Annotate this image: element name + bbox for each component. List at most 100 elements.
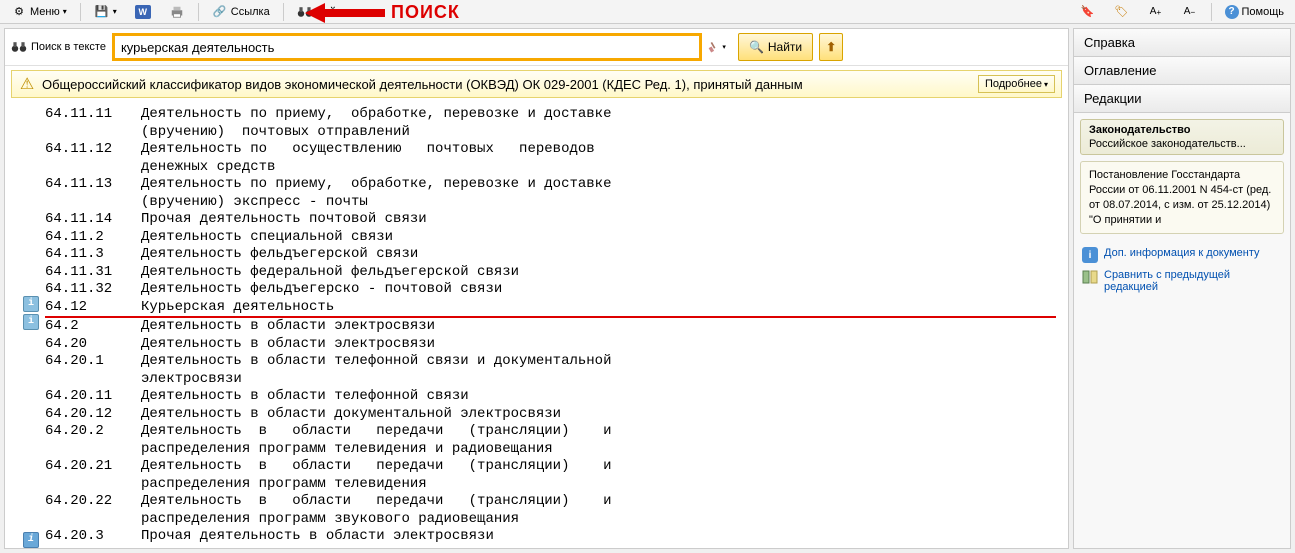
tab-contents[interactable]: Оглавление xyxy=(1074,57,1290,85)
section-info-marker[interactable]: i xyxy=(23,532,39,548)
code-cell: 64.20.21 xyxy=(45,458,141,476)
side-info-marker[interactable]: i xyxy=(23,296,39,312)
chevron-down-icon: ▾ xyxy=(113,7,117,16)
link-compare-revision[interactable]: Сравнить с предыдущей редакцией xyxy=(1080,266,1284,296)
content-row: 64.20.11Деятельность в области телефонно… xyxy=(45,388,1056,406)
right-panel: Справка Оглавление Редакции Законодатель… xyxy=(1073,28,1291,549)
menu-label: Меню xyxy=(30,6,60,18)
find-button[interactable]: Найти xyxy=(290,1,354,23)
print-button[interactable] xyxy=(162,1,192,23)
document-reference-box: Постановление Госстандарта России от 06.… xyxy=(1080,161,1284,234)
description-cell: Деятельность в области электросвязи xyxy=(141,336,1056,354)
code-cell xyxy=(45,124,141,142)
content-row: 64.11.3Деятельность фельдъегерской связи xyxy=(45,246,1056,264)
description-cell: Деятельность федеральной фельдъегерской … xyxy=(141,264,1056,282)
clear-search-button[interactable]: ▾ xyxy=(708,38,726,56)
description-cell: распределения программ телевидения и рад… xyxy=(141,441,1056,459)
code-cell: 64.2 xyxy=(45,318,141,336)
disk-icon: 💾 xyxy=(94,4,110,20)
description-cell: Деятельность по приему, обработке, перев… xyxy=(141,176,1056,194)
content-row: денежных средств xyxy=(45,159,1056,177)
content-row: 64.11.2Деятельность специальной связи xyxy=(45,229,1056,247)
code-cell: 64.11.3 xyxy=(45,246,141,264)
more-label: Подробнее xyxy=(985,78,1042,90)
code-cell: 64.11.13 xyxy=(45,176,141,194)
code-cell: 64.20.11 xyxy=(45,388,141,406)
chevron-down-icon: ▾ xyxy=(1044,80,1048,89)
font-decrease-button[interactable]: A− xyxy=(1175,1,1205,23)
tag-button[interactable]: 🏷 xyxy=(1107,1,1137,23)
chevron-down-icon: ▾ xyxy=(722,43,726,51)
content-row: 64.11.31Деятельность федеральной фельдъе… xyxy=(45,264,1056,282)
link-icon: 🔗 xyxy=(212,4,228,20)
tab-reference[interactable]: Справка xyxy=(1074,29,1290,57)
link-label: Ссылка xyxy=(231,6,270,18)
notice-bar: ⚠ Общероссийский классификатор видов эко… xyxy=(11,70,1062,98)
description-cell: Деятельность по приему, обработке, перев… xyxy=(141,106,1056,124)
font-plus-icon: A+ xyxy=(1148,4,1164,20)
notice-more-button[interactable]: Подробнее ▾ xyxy=(978,75,1055,93)
separator xyxy=(198,3,199,21)
link-text: Сравнить с предыдущей редакцией xyxy=(1104,269,1282,293)
content-row: 64.2Деятельность в области электросвязи xyxy=(45,318,1056,336)
content-row: 64.11.13Деятельность по приему, обработк… xyxy=(45,176,1056,194)
search-input-wrap: ▾ xyxy=(112,33,732,61)
code-cell: 64.11.14 xyxy=(45,211,141,229)
description-cell: Деятельность в области передачи (трансля… xyxy=(141,423,1056,441)
code-cell: 64.20 xyxy=(45,336,141,354)
content-row: 64.11.14Прочая деятельность почтовой свя… xyxy=(45,211,1056,229)
code-cell: 64.20.3 xyxy=(45,528,141,546)
tab-revisions[interactable]: Редакции xyxy=(1074,85,1290,113)
font-increase-button[interactable]: A+ xyxy=(1141,1,1171,23)
description-cell: Курьерская деятельность xyxy=(141,299,1056,319)
code-cell: 64.11.11 xyxy=(45,106,141,124)
content-row: распределения программ телевидения xyxy=(45,476,1056,494)
code-cell xyxy=(45,441,141,459)
right-links: i Доп. информация к документу Сравнить с… xyxy=(1080,244,1284,296)
description-cell: распределения программ телевидения xyxy=(141,476,1056,494)
legislation-subtitle: Российское законодательств... xyxy=(1089,138,1275,150)
content-row: 64.11.11Деятельность по приему, обработк… xyxy=(45,106,1056,124)
description-cell: Деятельность в области телефонной связи … xyxy=(141,353,1056,371)
code-cell: 64.20.1 xyxy=(45,353,141,371)
save-button[interactable]: 💾 ▾ xyxy=(87,1,124,23)
search-input[interactable] xyxy=(112,33,702,61)
code-cell: 64.20.12 xyxy=(45,406,141,424)
document-content[interactable]: i i 64.11.11Деятельность по приему, обра… xyxy=(5,102,1068,548)
help-button[interactable]: ? Помощь xyxy=(1218,2,1292,22)
content-row: 64.12Курьерская деятельность xyxy=(45,299,1056,319)
code-cell xyxy=(45,194,141,212)
side-info-marker[interactable]: i xyxy=(23,314,39,330)
content-row: 64.20.12Деятельность в области документа… xyxy=(45,406,1056,424)
menu-button[interactable]: ⚙ Меню ▾ xyxy=(4,1,74,23)
magnifier-icon: 🔍 xyxy=(749,40,764,54)
chevron-down-icon: ▾ xyxy=(63,7,67,16)
description-cell: Деятельность в области электросвязи xyxy=(141,318,1056,336)
warning-icon: ⚠ xyxy=(18,75,36,93)
word-export-button[interactable]: W xyxy=(128,2,158,22)
description-cell: Деятельность по осуществлению почтовых п… xyxy=(141,141,1056,159)
binoculars-icon xyxy=(297,4,313,20)
bookmark-button[interactable]: 🔖 xyxy=(1073,1,1103,23)
tag-icon: 🏷 xyxy=(1114,4,1130,20)
content-row: 64.20.1Деятельность в области телефонной… xyxy=(45,353,1056,371)
search-find-button[interactable]: 🔍 Найти xyxy=(738,33,813,61)
link-additional-info[interactable]: i Доп. информация к документу xyxy=(1080,244,1284,266)
content-row: 64.11.12Деятельность по осуществлению по… xyxy=(45,141,1056,159)
code-cell: 64.11.2 xyxy=(45,229,141,247)
description-cell: распределения программ звукового радиове… xyxy=(141,511,1056,529)
info-icon: i xyxy=(1082,247,1098,263)
content-row: 64.20.21Деятельность в области передачи … xyxy=(45,458,1056,476)
top-toolbar: ⚙ Меню ▾ 💾 ▾ W 🔗 Ссылка Найти 🔖 🏷 A+ xyxy=(0,0,1295,24)
document-pane: Поиск в тексте ▾ 🔍 Найти ⬆ ⚠ Общероссийс… xyxy=(4,28,1069,549)
content-row: (вручению) почтовых отправлений xyxy=(45,124,1056,142)
description-cell: Деятельность в области документальной эл… xyxy=(141,406,1056,424)
description-cell: Деятельность фельдъегерской связи xyxy=(141,246,1056,264)
legislation-section: Законодательство Российское законодатель… xyxy=(1080,119,1284,155)
search-label-text: Поиск в тексте xyxy=(31,41,106,53)
link-button[interactable]: 🔗 Ссылка xyxy=(205,1,277,23)
search-up-button[interactable]: ⬆ xyxy=(819,33,843,61)
description-cell: Деятельность специальной связи xyxy=(141,229,1056,247)
word-icon: W xyxy=(135,5,151,19)
description-cell: Прочая деятельность в области электросвя… xyxy=(141,528,1056,546)
